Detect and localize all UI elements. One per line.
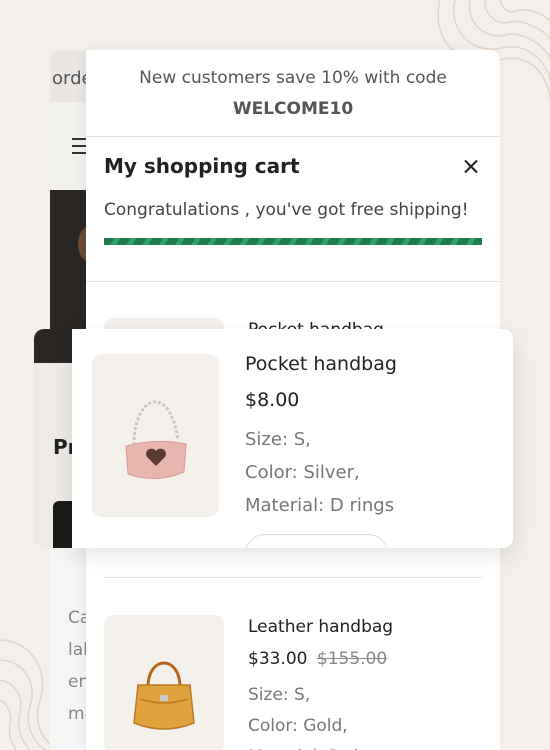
cart-item-name[interactable]: Leather handbag [248,617,393,637]
free-shipping-progress-bar [104,238,482,245]
item-option: Color: Gold, [248,716,348,736]
divider [86,281,500,282]
pink-heart-handbag-icon [125,400,187,479]
tan-handbag-icon [133,661,195,730]
free-shipping-progress-fill [104,238,482,245]
divider [104,577,482,578]
cart-item-price: $33.00 $155.00 [248,649,387,669]
cart-item-name[interactable]: Pocket handbag [245,353,397,375]
item-option: Material: D rings [248,742,389,750]
compare-at-price: $155.00 [316,649,388,669]
cart-item-options: Size: S, Color: Gold, Material: D rings [248,680,389,750]
item-option: Material: D rings [245,495,395,516]
free-shipping-message: Congratulations , you've got free shippi… [104,200,469,220]
cart-item-price: $8.00 [245,389,300,411]
item-option: Color: Silver, [245,462,360,483]
cart-item-options: Size: S, Color: Silver, Material: D ring… [245,423,394,522]
cart-item-image[interactable] [92,354,219,517]
cart-title: My shopping cart [104,154,300,178]
item-option: Size: S, [245,429,311,450]
cart-item-image[interactable] [104,615,224,750]
cart-line-item-highlight: Pocket handbag $8.00 Size: S, Color: Sil… [72,329,513,548]
promo-text: New customers save 10% with code [139,68,447,88]
promo-announcement: New customers save 10% with code WELCOME… [86,50,500,137]
item-option: Size: S, [248,685,311,705]
promo-code: WELCOME10 [232,99,354,119]
sale-price: $33.00 [248,649,308,669]
quantity-stepper[interactable] [245,534,388,548]
close-icon[interactable] [460,156,482,178]
